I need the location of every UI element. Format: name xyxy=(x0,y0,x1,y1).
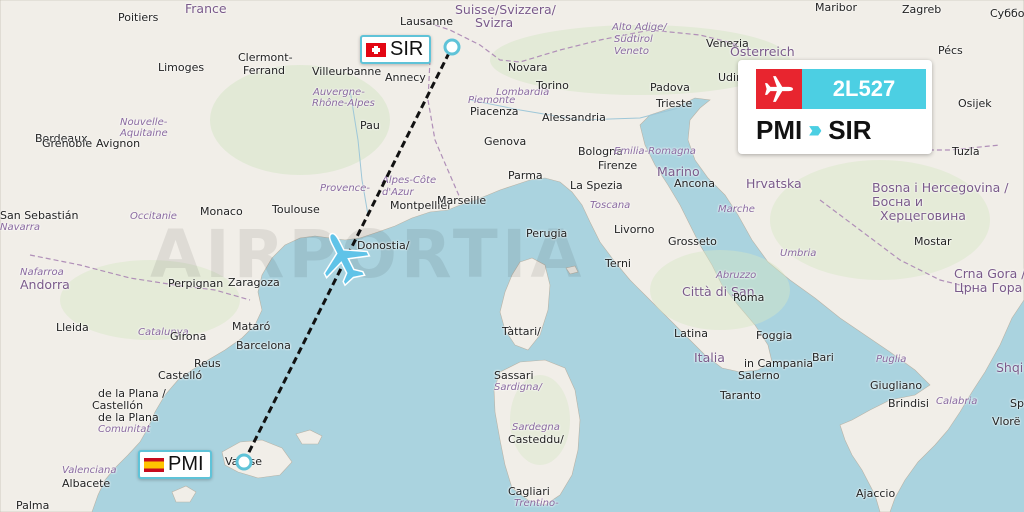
switzerland-flag-icon xyxy=(366,42,386,57)
airplane-icon xyxy=(765,76,793,102)
spain-flag-icon xyxy=(144,457,164,472)
flight-map[interactable]: AIRPORTIA FranceSuisse/Svizzera/SvizraPo… xyxy=(0,0,1024,512)
origin-marker xyxy=(235,453,253,471)
flight-number: 2L527 xyxy=(802,69,926,109)
route-arrow-chevrons: ›››› xyxy=(808,116,822,143)
route-origin-code: PMI xyxy=(756,114,803,145)
flight-info-card[interactable]: 2L527 PMI ›››› SIR xyxy=(738,60,932,154)
origin-airport-tag[interactable]: PMI xyxy=(138,450,212,479)
destination-marker xyxy=(443,38,461,56)
destination-airport-tag[interactable]: SIR xyxy=(360,35,432,64)
route-summary: PMI ›››› SIR xyxy=(756,113,872,147)
aircraft-icon xyxy=(323,232,371,287)
route-destination-code: SIR xyxy=(828,114,872,145)
origin-airport-code: PMI xyxy=(168,453,204,475)
airplane-badge xyxy=(756,69,802,109)
destination-airport-code: SIR xyxy=(390,38,424,60)
